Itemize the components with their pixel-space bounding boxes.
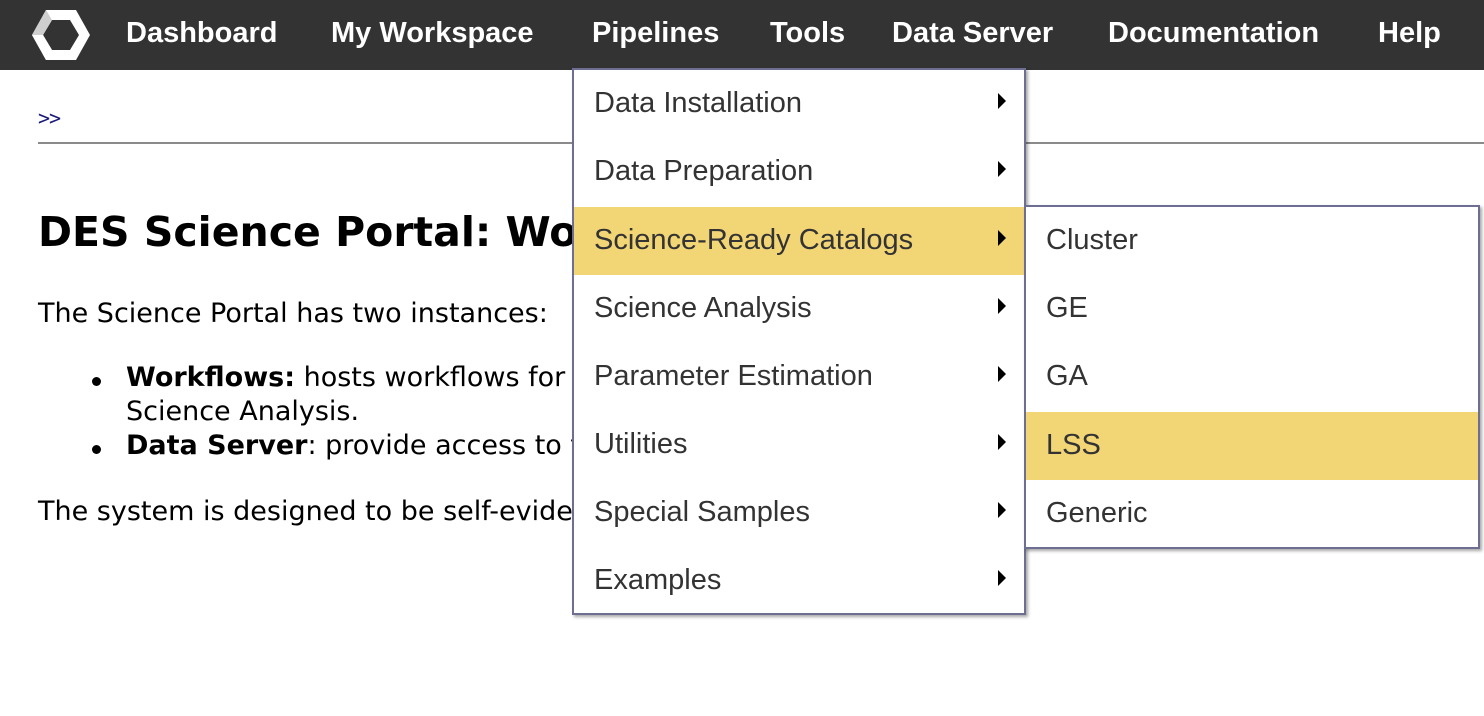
submenu-item-cluster[interactable]: Cluster (1026, 207, 1478, 275)
logo-icon[interactable] (30, 8, 92, 62)
menu-item-science-ready-catalogs[interactable]: Science-Ready Catalogs (574, 207, 1024, 275)
submenu-item-ga[interactable]: GA (1026, 343, 1478, 411)
menu-item-label: Data Preparation (594, 155, 814, 187)
chevron-right-icon (998, 434, 1006, 450)
menu-item-science-analysis[interactable]: Science Analysis (574, 275, 1024, 343)
bullet-workflows-text: hosts workflows for (295, 362, 566, 393)
menu-item-label: GA (1046, 360, 1088, 392)
menu-item-parameter-estimation[interactable]: Parameter Estimation (574, 343, 1024, 411)
nav-help[interactable]: Help (1378, 0, 1441, 70)
menu-item-data-installation[interactable]: Data Installation (574, 70, 1024, 138)
bullet-workflows-term: Workflows: (126, 362, 296, 393)
submenu-item-ge[interactable]: GE (1026, 275, 1478, 343)
chevron-right-icon (998, 502, 1006, 518)
intro-text: The Science Portal has two instances: (38, 298, 548, 329)
bullet-data-server-text: : provide access to t (307, 430, 581, 461)
chevron-right-icon (998, 93, 1006, 109)
menu-item-label: Data Installation (594, 87, 802, 119)
catalogs-submenu: Cluster GE GA LSS Generic (1024, 205, 1480, 549)
chevron-right-icon (998, 570, 1006, 586)
menu-item-label: Generic (1046, 497, 1148, 529)
closing-text: The system is designed to be self-evide (38, 496, 573, 527)
chevron-right-icon (998, 366, 1006, 382)
menu-item-label: Parameter Estimation (594, 360, 873, 392)
menu-item-utilities[interactable]: Utilities (574, 411, 1024, 479)
nav-data-server[interactable]: Data Server (892, 0, 1053, 70)
chevron-right-icon (998, 161, 1006, 177)
nav-documentation[interactable]: Documentation (1108, 0, 1319, 70)
top-navbar: Dashboard My Workspace Pipelines Tools D… (0, 0, 1484, 70)
bullet-workflows: Workflows: hosts workflows for (126, 362, 565, 393)
menu-item-label: Science Analysis (594, 292, 812, 324)
menu-item-examples[interactable]: Examples (574, 547, 1024, 615)
chevron-right-icon (998, 298, 1006, 314)
bullet-data-server: Data Server: provide access to t (126, 430, 581, 461)
menu-item-label: GE (1046, 292, 1088, 324)
menu-item-label: Utilities (594, 428, 688, 460)
menu-item-label: Science-Ready Catalogs (594, 224, 914, 256)
bullet-marker (92, 445, 101, 454)
menu-item-label: Examples (594, 564, 722, 596)
chevron-right-icon (998, 230, 1006, 246)
menu-item-data-preparation[interactable]: Data Preparation (574, 138, 1024, 206)
nav-tools[interactable]: Tools (770, 0, 845, 70)
menu-item-special-samples[interactable]: Special Samples (574, 479, 1024, 547)
menu-item-label: Special Samples (594, 496, 810, 528)
bullet-data-server-term: Data Server (126, 430, 308, 461)
submenu-item-generic[interactable]: Generic (1026, 480, 1478, 548)
breadcrumb[interactable]: >> (38, 106, 61, 130)
bullet-workflows-line2: Science Analysis. (126, 396, 360, 427)
submenu-item-lss[interactable]: LSS (1026, 412, 1478, 480)
menu-item-label: Cluster (1046, 224, 1138, 256)
nav-my-workspace[interactable]: My Workspace (331, 0, 534, 70)
bullet-marker (92, 377, 101, 386)
pipelines-menu: Data Installation Data Preparation Scien… (572, 68, 1026, 615)
nav-pipelines[interactable]: Pipelines (592, 0, 719, 70)
menu-item-label: LSS (1046, 429, 1101, 461)
nav-dashboard[interactable]: Dashboard (126, 0, 277, 70)
page-title: DES Science Portal: Work (38, 208, 625, 256)
